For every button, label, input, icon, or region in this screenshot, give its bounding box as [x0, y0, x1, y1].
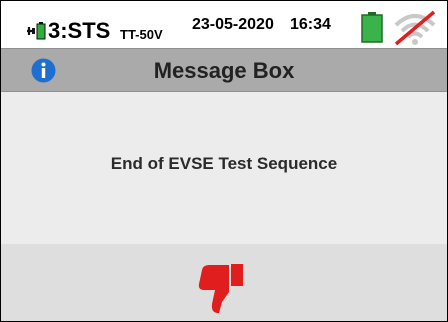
message-area: End of EVSE Test Sequence: [1, 92, 447, 244]
mode-label: 3:STS: [48, 18, 111, 43]
battery-icon: [361, 12, 383, 43]
date-display: 23-05-2020: [192, 16, 274, 33]
mode-subtitle: TT-50V: [120, 27, 163, 42]
time-display: 16:34: [290, 16, 331, 33]
message-text: End of EVSE Test Sequence: [110, 154, 338, 173]
thumbs-down-icon: [198, 264, 243, 313]
result-area: [1, 244, 447, 321]
wifi-off-icon: [394, 10, 436, 46]
dialog-title: Message Box: [153, 58, 295, 83]
title-bar: Message Box: [1, 48, 447, 92]
instrument-screen: 3:STS TT-50V 23-05-2020 16:34 Message Bo…: [0, 0, 448, 322]
plug-battery-icon: [27, 22, 46, 40]
